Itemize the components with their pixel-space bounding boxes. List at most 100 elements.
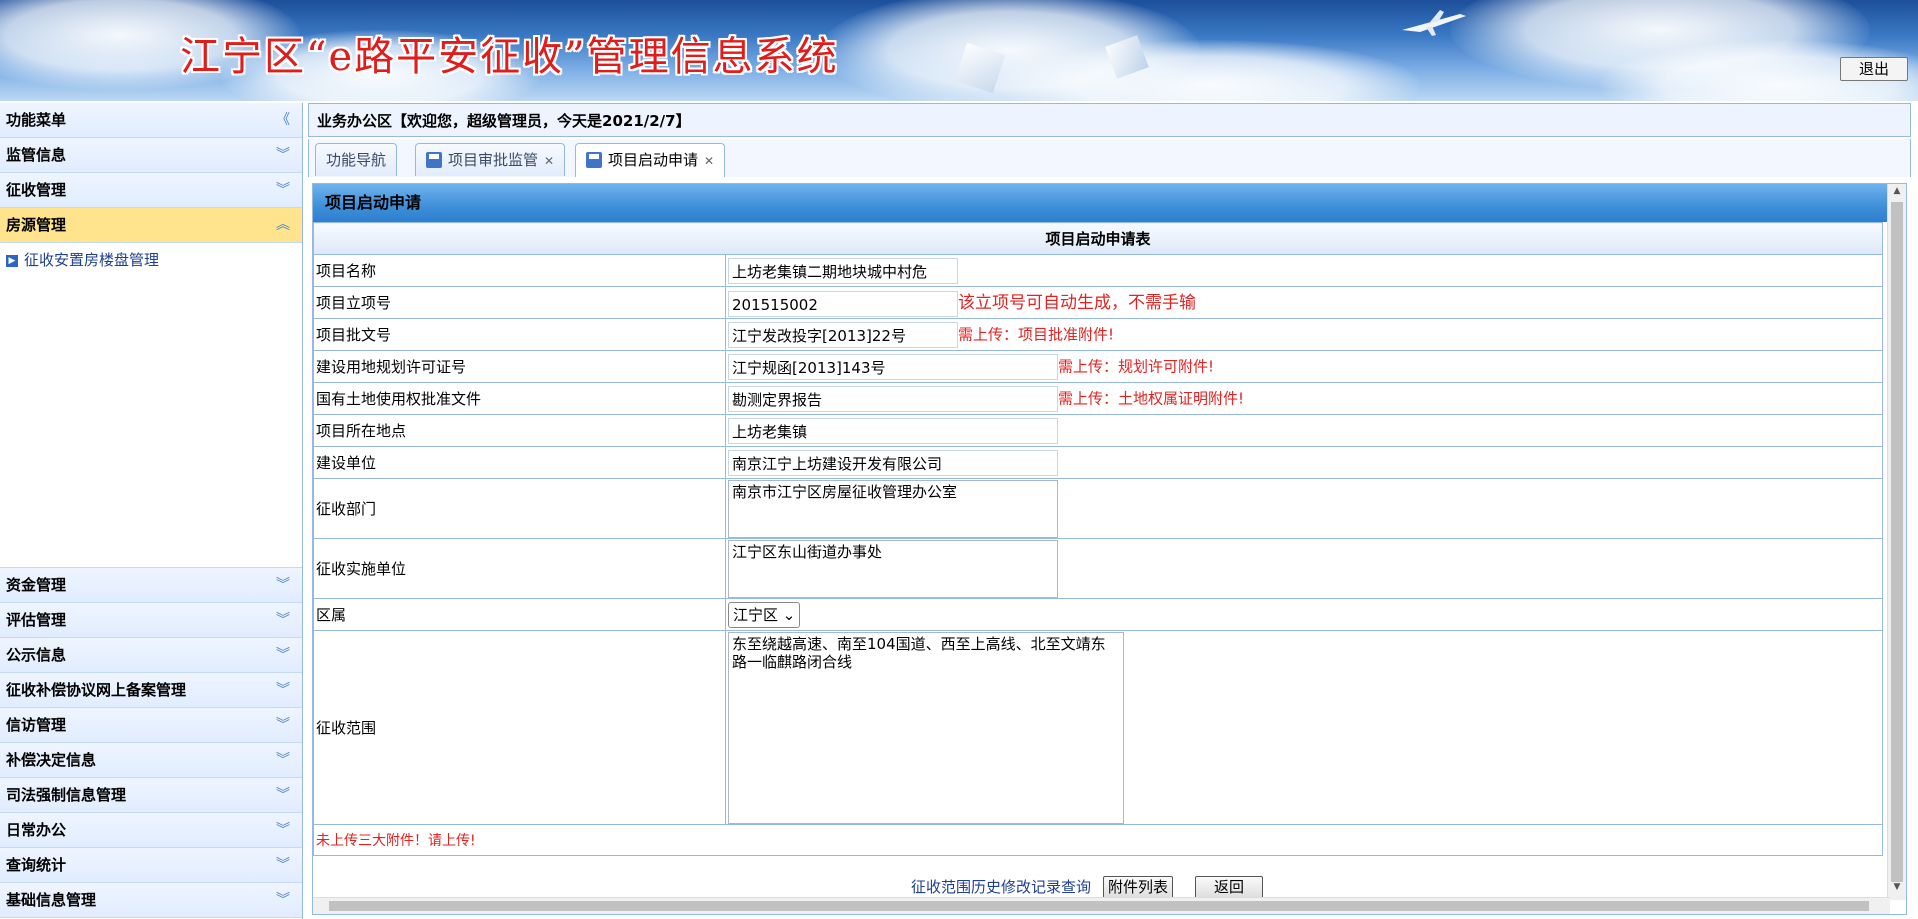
sidebar-section-daily-office[interactable]: 日常办公 ︾ (0, 813, 302, 848)
scope-history-link[interactable]: 征收范围历史修改记录查询 (911, 878, 1091, 896)
district-select-value: 江宁区 (733, 605, 779, 624)
sidebar-item-resettlement-housing[interactable]: ▶ 征收安置房楼盘管理 (6, 249, 159, 270)
scroll-down-icon[interactable]: ▼ (1888, 882, 1906, 898)
double-chevron-up-icon: ︽ (276, 217, 290, 233)
sidebar-section-body: ▶ 征收安置房楼盘管理 (0, 243, 302, 568)
double-chevron-down-icon: ︾ (276, 857, 290, 873)
table-row: 项目批文号 江宁发改投字[2013]22号 需上传：项目批准附件! (313, 318, 1883, 351)
sidebar-section-petition[interactable]: 信访管理 ︾ (0, 708, 302, 743)
sidebar-menu-header-label: 功能菜单 (6, 111, 67, 129)
project-name-input[interactable]: 上坊老集镇二期地块城中村危 (728, 257, 958, 284)
close-icon[interactable]: ✕ (544, 154, 554, 168)
sidebar-section-label: 基础信息管理 (6, 891, 97, 909)
sidebar-item-label: 征收安置房楼盘管理 (24, 251, 160, 269)
double-chevron-down-icon: ︾ (276, 612, 290, 628)
field-label: 项目名称 (313, 254, 726, 287)
dept-textarea[interactable]: 南京市江宁区房屋征收管理办公室 (728, 479, 1058, 538)
scope-textarea[interactable]: 东至绕越高速、南至104国道、西至上高线、北至文靖东路一临麒路闭合线 (728, 631, 1124, 824)
sidebar-section-expropriation[interactable]: 征收管理 ︾ (0, 173, 302, 208)
horizontal-scrollbar[interactable] (313, 897, 1890, 914)
double-chevron-down-icon: ︾ (276, 577, 290, 593)
sidebar-section-query-stats[interactable]: 查询统计 ︾ (0, 848, 302, 883)
double-chevron-down-icon: ︾ (276, 182, 290, 198)
land-use-input[interactable]: 勘测定界报告 (728, 385, 1058, 412)
form-panel: 项目启动申请 项目启动申请表 项目名称 上坊老集镇二期地块城中村危 项目立项号 … (312, 183, 1907, 915)
sidebar-section-supervision[interactable]: 监管信息 ︾ (0, 138, 302, 173)
tab-label: 功能导航 (326, 151, 387, 169)
scroll-up-icon[interactable]: ▲ (1888, 186, 1906, 202)
tab-project-approval[interactable]: 项目审批监管 ✕ (415, 143, 566, 176)
table-row: 未上传三大附件！请上传! (313, 824, 1883, 856)
field-label: 区属 (313, 598, 726, 631)
sidebar: 功能菜单 《 监管信息 ︾ 征收管理 ︾ 房源管理 ︽ ▶ 征收安置房楼盘管理 资… (0, 103, 303, 919)
sidebar-section-label: 司法强制信息管理 (6, 786, 127, 804)
double-chevron-down-icon: ︾ (276, 147, 290, 163)
system-title: 江宁区“e路平安征收”管理信息系统 (180, 34, 839, 80)
sidebar-section-label: 补偿决定信息 (6, 751, 97, 769)
land-permit-input[interactable]: 江宁规函[2013]143号 (728, 353, 1058, 380)
impl-unit-textarea[interactable]: 江宁区东山街道办事处 (728, 539, 1058, 598)
missing-attachments-warning: 未上传三大附件！请上传! (313, 824, 1883, 856)
sidebar-section-evaluation[interactable]: 评估管理 ︾ (0, 603, 302, 638)
table-row: 项目立项号 201515002 该立项号可自动生成，不需手输 (313, 286, 1883, 319)
tab-bar: 功能导航 项目审批监管 ✕ 项目启动申请 ✕ (308, 139, 1911, 177)
land-permit-note: 需上传：规划许可附件! (1058, 357, 1215, 375)
builder-input[interactable]: 南京江宁上坊建设开发有限公司 (728, 449, 1058, 476)
save-disk-icon (426, 152, 442, 168)
close-icon[interactable]: ✕ (704, 154, 714, 168)
sidebar-section-label: 评估管理 (6, 611, 67, 629)
sidebar-section-label: 公示信息 (6, 646, 67, 664)
double-chevron-down-icon: ︾ (276, 717, 290, 733)
project-number-input[interactable]: 201515002 (728, 290, 958, 317)
vertical-scrollbar[interactable]: ▲ ▼ (1887, 184, 1906, 900)
scrollbar-thumb[interactable] (329, 901, 1869, 911)
project-form-table: 项目启动申请表 项目名称 上坊老集镇二期地块城中村危 项目立项号 2015150… (313, 222, 1883, 856)
logout-button[interactable]: 退出 (1840, 57, 1908, 81)
tab-project-start-request[interactable]: 项目启动申请 ✕ (575, 143, 726, 177)
land-use-note: 需上传：土地权属证明附件! (1058, 389, 1245, 407)
table-row: 征收范围 东至绕越高速、南至104国道、西至上高线、北至文靖东路一临麒路闭合线 (313, 630, 1883, 825)
table-row: 建设单位 南京江宁上坊建设开发有限公司 (313, 446, 1883, 479)
location-input[interactable]: 上坊老集镇 (728, 417, 1058, 444)
double-chevron-left-icon[interactable]: 《 (276, 103, 290, 137)
tab-label: 项目启动申请 (608, 151, 699, 169)
field-label: 国有土地使用权批准文件 (313, 382, 726, 415)
field-label: 项目所在地点 (313, 414, 726, 447)
form-caption: 项目启动申请表 (313, 222, 1883, 255)
sidebar-section-label: 征收管理 (6, 181, 67, 199)
sidebar-section-label: 资金管理 (6, 576, 67, 594)
sidebar-section-basic-info[interactable]: 基础信息管理 ︾ (0, 883, 302, 918)
double-chevron-down-icon: ︾ (276, 647, 290, 663)
sidebar-section-label: 征收补偿协议网上备案管理 (6, 681, 187, 699)
sidebar-section-label: 信访管理 (6, 716, 67, 734)
sidebar-section-judicial[interactable]: 司法强制信息管理 ︾ (0, 778, 302, 813)
save-disk-icon (586, 152, 602, 168)
tab-navigation[interactable]: 功能导航 (315, 143, 398, 176)
sidebar-section-funds[interactable]: 资金管理 ︾ (0, 568, 302, 603)
sidebar-section-label: 日常办公 (6, 821, 67, 839)
field-label: 征收实施单位 (313, 538, 726, 599)
sidebar-section-publicity[interactable]: 公示信息 ︾ (0, 638, 302, 673)
sidebar-menu-header[interactable]: 功能菜单 《 (0, 103, 302, 138)
double-chevron-down-icon: ︾ (276, 822, 290, 838)
sidebar-section-housing[interactable]: 房源管理 ︽ (0, 208, 302, 243)
approval-doc-input[interactable]: 江宁发改投字[2013]22号 (728, 321, 958, 348)
double-chevron-down-icon: ︾ (276, 752, 290, 768)
tab-label: 项目审批监管 (448, 151, 539, 169)
project-number-note: 该立项号可自动生成，不需手输 (958, 293, 1196, 314)
sidebar-section-agreement-filing[interactable]: 征收补偿协议网上备案管理 ︾ (0, 673, 302, 708)
sidebar-section-compensation-decision[interactable]: 补偿决定信息 ︾ (0, 743, 302, 778)
table-row: 国有土地使用权批准文件 勘测定界报告 需上传：土地权属证明附件! (313, 382, 1883, 415)
table-row: 区属 江宁区 ⌄ (313, 598, 1883, 631)
district-select[interactable]: 江宁区 ⌄ (728, 601, 801, 628)
double-chevron-down-icon: ︾ (276, 682, 290, 698)
field-label: 建设单位 (313, 446, 726, 479)
field-label: 项目立项号 (313, 286, 726, 319)
scrollbar-thumb[interactable] (1891, 202, 1903, 882)
airplane-icon (1402, 10, 1466, 36)
table-row: 项目所在地点 上坊老集镇 (313, 414, 1883, 447)
double-chevron-down-icon: ︾ (276, 787, 290, 803)
sidebar-section-label: 房源管理 (6, 216, 67, 234)
sidebar-section-label: 监管信息 (6, 146, 67, 164)
panel-title-text: 项目启动申请 (325, 193, 422, 212)
